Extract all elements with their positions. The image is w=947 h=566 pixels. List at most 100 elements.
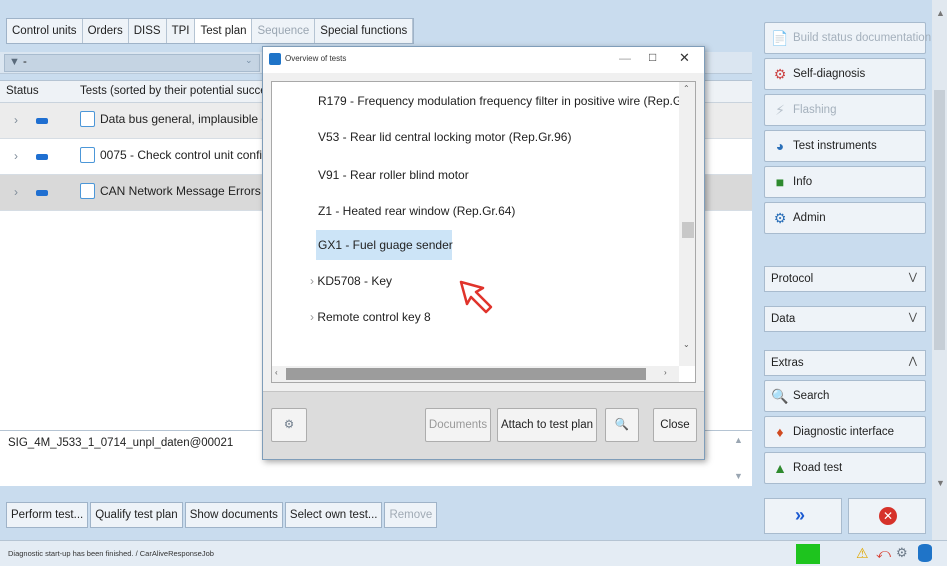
- admin-button[interactable]: ⚙ Admin: [764, 202, 926, 234]
- document-icon: [80, 183, 95, 199]
- info-icon: ■: [775, 174, 785, 190]
- column-header-tests[interactable]: Tests (sorted by their potential succe: [80, 85, 267, 97]
- chevron-down-icon: ⌄: [245, 55, 253, 65]
- dialog-titlebar[interactable]: Overview of tests — □ ✕: [263, 47, 704, 73]
- tool-button[interactable]: ⚙: [271, 408, 307, 442]
- dialog-title: Overview of tests: [285, 54, 347, 63]
- status-text: Diagnostic start-up has been finished. /…: [8, 549, 214, 558]
- status-indicator-icon: [36, 118, 48, 124]
- info-button[interactable]: ■ Info: [764, 166, 926, 198]
- list-item[interactable]: R179 - Frequency modulation frequency fi…: [318, 94, 695, 108]
- close-icon[interactable]: ✕: [679, 50, 690, 66]
- list-item[interactable]: Z1 - Heated rear window (Rep.Gr.64): [318, 204, 515, 218]
- documents-button: Documents: [425, 408, 491, 442]
- tab-diss[interactable]: DISS: [129, 19, 167, 43]
- chevron-down-icon: ⋁: [908, 312, 917, 323]
- search-icon: 🔍: [771, 388, 789, 404]
- maximize-icon[interactable]: □: [649, 50, 656, 64]
- cancel-button[interactable]: ✕: [848, 498, 926, 534]
- scroll-up-icon[interactable]: ▲: [936, 8, 945, 18]
- status-indicator-icon: [36, 154, 48, 160]
- list-item-selected[interactable]: GX1 - Fuel guage sender: [318, 238, 453, 252]
- document-build-icon: 📄: [771, 30, 789, 46]
- filter-value: -: [23, 56, 27, 68]
- gauge-icon: ◕: [775, 138, 785, 154]
- flashing-icon: ⚡: [775, 102, 785, 118]
- select-own-test-button[interactable]: Select own test...: [284, 502, 383, 528]
- row-label: CAN Network Message Errors - I: [100, 184, 275, 198]
- list-item[interactable]: V91 - Rear roller blind motor: [318, 168, 469, 182]
- app-icon: [269, 53, 281, 65]
- tab-special-functions[interactable]: Special functions: [315, 19, 414, 43]
- list-item[interactable]: V53 - Rear lid central locking motor (Re…: [318, 130, 571, 144]
- tab-bar: Control units Orders DISS TPI Test plan …: [6, 18, 415, 44]
- scroll-down-icon[interactable]: ▼: [734, 471, 743, 481]
- bottom-toolbar: Perform test... Qualify test plan Show d…: [6, 502, 439, 528]
- list-item-expandable[interactable]: › Remote control key 8: [310, 310, 431, 324]
- database-icon[interactable]: [918, 544, 932, 562]
- filter-dropdown[interactable]: ▼ - ⌄: [4, 54, 260, 72]
- document-icon: [80, 111, 95, 127]
- chevron-up-icon: ⋀: [908, 356, 917, 367]
- row-label: Data bus general, implausible dat: [100, 112, 279, 126]
- admin-icon: ⚙: [773, 210, 787, 226]
- section-extras[interactable]: Extras ⋀: [764, 350, 926, 376]
- section-data[interactable]: Data ⋁: [764, 306, 926, 332]
- horizontal-scrollbar-thumb[interactable]: [286, 368, 646, 380]
- column-header-status[interactable]: Status: [6, 85, 39, 97]
- scroll-right-icon[interactable]: ›: [664, 368, 667, 377]
- sidebar-scrollbar-thumb[interactable]: [934, 90, 945, 350]
- diagnostic-interface-icon: ♦: [776, 424, 784, 440]
- overview-of-tests-dialog: Overview of tests — □ ✕ R179 - Frequency…: [262, 46, 705, 460]
- status-bar: Diagnostic start-up has been finished. /…: [0, 540, 947, 566]
- vertical-scrollbar-thumb[interactable]: [682, 222, 694, 238]
- build-status-documentation-button: 📄 Build status documentation: [764, 22, 931, 54]
- dialog-footer: ⚙ Documents Attach to test plan 🔍 Close: [263, 391, 704, 459]
- minimize-icon[interactable]: —: [619, 51, 631, 65]
- warning-icon[interactable]: ⚠: [856, 545, 869, 562]
- next-button[interactable]: »: [764, 498, 842, 534]
- status-indicator: [796, 544, 820, 564]
- tool-icon[interactable]: ⚙: [896, 545, 908, 561]
- scroll-down-icon[interactable]: ⌄: [683, 340, 690, 349]
- scroll-left-icon[interactable]: ‹: [275, 368, 278, 377]
- annotation-arrow-icon: [459, 280, 493, 314]
- search-button[interactable]: 🔍 Search: [764, 380, 926, 412]
- self-diagnosis-button[interactable]: ⚙ Self-diagnosis: [764, 58, 926, 90]
- perform-test-button[interactable]: Perform test...: [6, 502, 89, 528]
- attach-to-test-plan-button[interactable]: Attach to test plan: [497, 408, 597, 442]
- expand-chevron-icon[interactable]: ›: [14, 113, 18, 127]
- exit-icon[interactable]: ⤺: [876, 545, 891, 562]
- tests-list: R179 - Frequency modulation frequency fi…: [271, 81, 696, 383]
- search-button[interactable]: 🔍: [605, 408, 639, 442]
- expand-chevron-icon[interactable]: ›: [14, 149, 18, 163]
- scroll-up-icon[interactable]: ⌃: [683, 84, 690, 93]
- tab-orders[interactable]: Orders: [83, 19, 129, 43]
- close-button[interactable]: Close: [653, 408, 697, 442]
- qualify-test-plan-button[interactable]: Qualify test plan: [90, 502, 183, 528]
- tab-tpi[interactable]: TPI: [167, 19, 196, 43]
- status-indicator-icon: [36, 190, 48, 196]
- section-protocol[interactable]: Protocol ⋁: [764, 266, 926, 292]
- road-test-button[interactable]: ▲ Road test: [764, 452, 926, 484]
- flashing-button: ⚡ Flashing: [764, 94, 926, 126]
- signature-text: SIG_4M_J533_1_0714_unpl_daten@00021: [8, 437, 234, 449]
- diagnostic-interface-button[interactable]: ♦ Diagnostic interface: [764, 416, 926, 448]
- scroll-up-icon[interactable]: ▲: [734, 435, 743, 445]
- cancel-icon: ✕: [879, 507, 897, 525]
- row-label: 0075 - Check control unit configu: [100, 148, 276, 162]
- expand-chevron-icon[interactable]: ›: [14, 185, 18, 199]
- show-documents-button[interactable]: Show documents: [184, 502, 283, 528]
- list-item-expandable[interactable]: › KD5708 - Key: [310, 274, 392, 288]
- remove-button: Remove: [384, 502, 438, 528]
- scroll-down-icon[interactable]: ▼: [936, 478, 945, 488]
- tab-test-plan[interactable]: Test plan: [195, 19, 253, 43]
- road-test-icon: ▲: [773, 460, 787, 476]
- chevron-down-icon: ⋁: [908, 272, 917, 283]
- double-chevron-right-icon: »: [795, 505, 806, 525]
- test-instruments-button[interactable]: ◕ Test instruments: [764, 130, 926, 162]
- tab-control-units[interactable]: Control units: [7, 19, 83, 43]
- search-icon: 🔍: [614, 419, 630, 431]
- tab-sequence: Sequence: [252, 19, 316, 43]
- document-icon: [80, 147, 95, 163]
